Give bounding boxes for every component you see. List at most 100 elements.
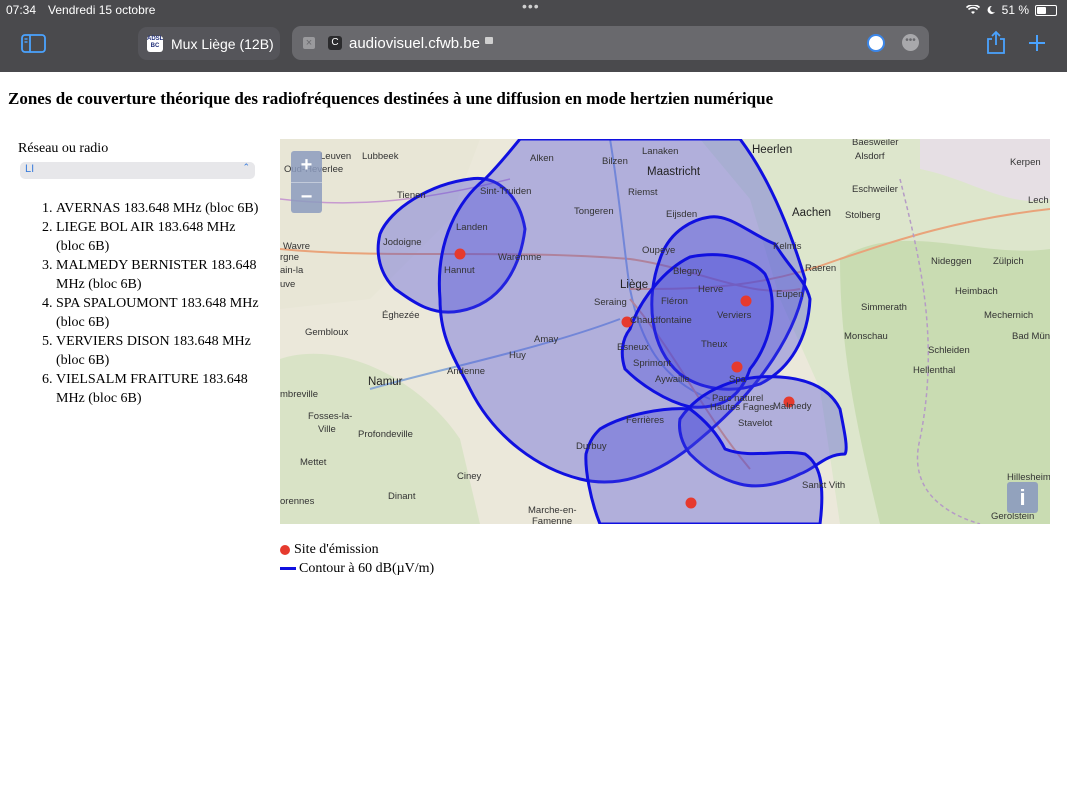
- map-place-label: Heerlen: [752, 144, 793, 156]
- battery-icon: [1035, 4, 1057, 16]
- map-place-label: Hannut: [444, 265, 475, 276]
- select-label: Réseau ou radio: [18, 141, 109, 156]
- map-place-label: Landen: [456, 222, 488, 233]
- map-place-label: Zülpich: [993, 256, 1024, 267]
- map-place-label: uve: [280, 279, 296, 290]
- map-place-label: Waremme: [498, 252, 542, 263]
- map-place-label: rgne: [280, 252, 300, 263]
- tab-title: Mux Liège (12B): [171, 35, 274, 52]
- map-place-label: Herve: [698, 284, 724, 295]
- map-place-label: Leuven: [320, 151, 352, 162]
- site-vielsalm-marker: [685, 497, 697, 509]
- chevron-updown-icon: ⌃: [242, 162, 250, 172]
- close-tab-icon[interactable]: ×: [303, 37, 315, 49]
- status-time: 07:34: [6, 3, 37, 17]
- map-place-label: Malmedy: [773, 401, 812, 412]
- map-place-label: Raeren: [805, 263, 837, 274]
- site-favicon-icon: C: [328, 36, 342, 50]
- map-place-label: Verviers: [717, 310, 752, 321]
- zoom-in-button[interactable]: +: [291, 151, 322, 183]
- tab-mux-liege[interactable]: ADSL BC Mux Liège (12B): [138, 27, 280, 60]
- map-place-label: Heimbach: [955, 286, 998, 297]
- sidebar-toggle-icon[interactable]: [21, 34, 46, 53]
- map-place-label: Sankt Vith: [802, 480, 846, 491]
- map-place-label: Kerpen: [1010, 157, 1041, 168]
- info-button[interactable]: i: [1007, 482, 1038, 513]
- legend-contour-label: Contour à 60 dB(µV/m): [299, 561, 435, 576]
- map-legend: Site d'émission Contour à 60 dB(µV/m): [280, 540, 434, 578]
- map-place-label: Riemst: [628, 187, 658, 198]
- map-place-label: Chaudfontaine: [630, 315, 692, 326]
- map-place-label: Hautes Fagnes: [710, 402, 775, 413]
- map-place-label: Spa: [729, 374, 746, 385]
- map-place-label: Kelmis: [773, 241, 802, 252]
- map-place-label: Oupeye: [642, 245, 676, 256]
- map-place-label: Profondeville: [358, 429, 413, 440]
- zoom-out-button[interactable]: −: [291, 183, 322, 214]
- multitasking-dots-icon[interactable]: •••: [522, 0, 540, 14]
- map-place-label: Bilzen: [602, 156, 628, 167]
- map-place-label: Amay: [534, 334, 559, 345]
- map-place-label: Nideggen: [931, 256, 972, 267]
- contour-line-icon: [280, 567, 296, 570]
- site-avernas-marker: [454, 248, 466, 260]
- map-place-label: Baesweiler: [852, 139, 899, 148]
- list-item: SPA SPALOUMONT 183.648 MHz (bloc 6B): [56, 294, 261, 332]
- page-title: Zones de couverture théorique des radiof…: [8, 89, 774, 108]
- map-place-label: Maastricht: [647, 166, 701, 178]
- map-place-label: Ferrières: [626, 415, 665, 426]
- url-text[interactable]: audiovisuel.cfwb.be: [349, 35, 480, 52]
- map-place-label: Aywaille: [655, 374, 690, 385]
- browser-chrome: 07:34 Vendredi 15 octobre ••• 51 % ADSL …: [0, 0, 1067, 72]
- status-right: 51 %: [965, 3, 1057, 17]
- map-place-label: Aachen: [792, 207, 832, 219]
- map-place-label: Alken: [530, 153, 554, 164]
- map-base: [280, 139, 1050, 524]
- map-place-label: Sint-Truiden: [480, 186, 532, 197]
- map-place-label: ain-la: [280, 265, 304, 276]
- map-place-label: Huy: [509, 350, 526, 361]
- map-place-label: Stolberg: [845, 210, 881, 221]
- map-place-label: Eijsden: [666, 209, 698, 220]
- legend-item-site: Site d'émission: [280, 540, 434, 559]
- map-place-label: Lubbeek: [362, 151, 399, 162]
- map-place-label: Stavelot: [738, 418, 773, 429]
- map-place-label: Gembloux: [305, 327, 349, 338]
- zoom-control: + −: [291, 151, 322, 213]
- map-place-label: Fosses-la-: [308, 411, 353, 422]
- map-place-label: Éghezée: [382, 310, 420, 321]
- more-options-icon[interactable]: •••: [902, 34, 919, 51]
- map-place-label: Marche-en-: [528, 505, 577, 516]
- coverage-map[interactable]: Leuven Lubbeek Alken Bilzen Lanaken Heer…: [280, 139, 1050, 524]
- map-place-label: Monschau: [844, 331, 888, 342]
- map-place-label: Wavre: [283, 241, 311, 252]
- legend-site-label: Site d'émission: [294, 542, 379, 557]
- map-place-label: Tongeren: [574, 206, 614, 217]
- address-bar[interactable]: × C audiovisuel.cfwb.be •••: [292, 26, 929, 60]
- list-item: MALMEDY BERNISTER 183.648 MHz (bloc 6B): [56, 256, 261, 294]
- map-place-label: orennes: [280, 496, 315, 507]
- map-place-label: Namur: [368, 376, 403, 388]
- map-place-label: Eupen: [776, 289, 804, 300]
- share-icon[interactable]: [986, 30, 1006, 55]
- map-place-label: Alsdorf: [855, 151, 885, 162]
- list-item: AVERNAS 183.648 MHz (bloc 6B): [56, 199, 261, 218]
- site-dot-icon: [280, 544, 290, 555]
- map-place-label: Seraing: [594, 297, 627, 308]
- map-place-label: Bad Mün: [1012, 331, 1050, 342]
- map-place-label: Ciney: [457, 471, 482, 482]
- map-place-label: Famenne: [532, 516, 573, 524]
- map-place-label: Lech: [1028, 195, 1049, 206]
- new-tab-icon[interactable]: [1028, 34, 1046, 52]
- map-place-label: Hellenthal: [913, 365, 956, 376]
- status-date: Vendredi 15 octobre: [48, 3, 156, 17]
- site-verviers-marker: [740, 295, 752, 307]
- select-value: LI: [25, 163, 35, 175]
- password-manager-icon[interactable]: [867, 34, 885, 52]
- network-select[interactable]: LI ⌃: [20, 162, 255, 179]
- map-place-label: mbreville: [280, 389, 319, 400]
- map-place-label: Jodoigne: [383, 237, 422, 248]
- lock-icon: [485, 37, 493, 44]
- site-list: AVERNAS 183.648 MHz (bloc 6B) LIEGE BOL …: [18, 199, 261, 408]
- map-place-label: Lanaken: [642, 146, 679, 157]
